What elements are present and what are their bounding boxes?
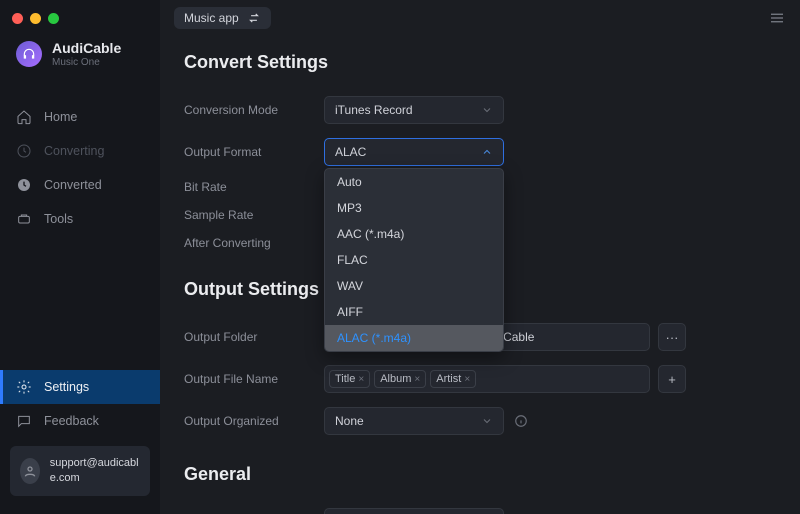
gear-icon — [16, 379, 32, 395]
chevron-up-icon — [481, 146, 493, 158]
app-root: AudiCable Music One Home Converting Conv… — [0, 0, 800, 514]
sidebar-item-label: Converting — [44, 144, 104, 158]
sidebar-item-feedback[interactable]: Feedback — [0, 404, 160, 438]
appearance-select[interactable]: Dark — [324, 508, 504, 514]
label-bit-rate: Bit Rate — [184, 180, 324, 194]
tag-label: Title — [335, 373, 355, 385]
menu-icon[interactable] — [768, 9, 786, 27]
output-format-select[interactable]: ALAC — [324, 138, 504, 166]
nav-primary: Home Converting Converted Tools Settings — [0, 100, 160, 514]
browse-folder-button[interactable]: ··· — [658, 323, 686, 351]
sidebar-item-label: Home — [44, 110, 77, 124]
brand: AudiCable Music One — [0, 36, 160, 78]
sidebar-item-label: Converted — [44, 178, 102, 192]
format-option[interactable]: AIFF — [325, 299, 503, 325]
filename-tag-input[interactable]: Title×Album×Artist× — [324, 365, 650, 393]
support-email: support@audicable.com — [50, 456, 140, 486]
chevron-down-icon — [481, 415, 493, 427]
user-icon — [20, 458, 40, 484]
sidebar-item-converted[interactable]: Converted — [0, 168, 160, 202]
feedback-icon — [16, 413, 32, 429]
row-conversion-mode: Conversion Mode iTunes Record — [184, 89, 776, 131]
format-option[interactable]: AAC (*.m4a) — [325, 221, 503, 247]
close-window-button[interactable] — [12, 13, 23, 24]
filename-tag[interactable]: Artist× — [430, 370, 476, 388]
converted-icon — [16, 177, 32, 193]
row-output-format: Output Format ALAC AutoMP3AAC (*.m4a)FLA… — [184, 131, 776, 173]
sidebar-item-label: Tools — [44, 212, 73, 226]
label-output-organized: Output Organized — [184, 414, 324, 428]
output-format-dropdown: AutoMP3AAC (*.m4a)FLACWAVAIFFALAC (*.m4a… — [324, 168, 504, 352]
format-option[interactable]: ALAC (*.m4a) — [325, 325, 503, 351]
format-option[interactable]: Auto — [325, 169, 503, 195]
sidebar: AudiCable Music One Home Converting Conv… — [0, 0, 160, 514]
select-value: None — [335, 414, 364, 428]
topbar: Music app — [160, 0, 800, 36]
chevron-down-icon — [481, 104, 493, 116]
label-output-filename: Output File Name — [184, 372, 324, 386]
label-sample-rate: Sample Rate — [184, 208, 324, 222]
brand-subtitle: Music One — [52, 57, 121, 68]
filename-tag[interactable]: Album× — [374, 370, 426, 388]
format-option[interactable]: WAV — [325, 273, 503, 299]
sidebar-item-converting[interactable]: Converting — [0, 134, 160, 168]
music-app-chip[interactable]: Music app — [174, 7, 271, 29]
window-controls — [0, 0, 160, 36]
sidebar-item-label: Feedback — [44, 414, 99, 428]
row-output-filename: Output File Name Title×Album×Artist× + — [184, 358, 776, 400]
format-option[interactable]: FLAC — [325, 247, 503, 273]
select-value: ALAC — [335, 145, 366, 159]
label-conversion-mode: Conversion Mode — [184, 103, 324, 117]
brand-name: AudiCable — [52, 40, 121, 56]
output-organized-select[interactable]: None — [324, 407, 504, 435]
label-output-format: Output Format — [184, 145, 324, 159]
swap-icon — [247, 11, 261, 25]
sidebar-item-label: Settings — [44, 380, 89, 394]
sidebar-item-tools[interactable]: Tools — [0, 202, 160, 236]
label-after-converting: After Converting — [184, 236, 324, 250]
tools-icon — [16, 211, 32, 227]
row-output-organized: Output Organized None — [184, 400, 776, 442]
home-icon — [16, 109, 32, 125]
converting-icon — [16, 143, 32, 159]
label-output-folder: Output Folder — [184, 330, 324, 344]
minimize-window-button[interactable] — [30, 13, 41, 24]
info-icon[interactable] — [514, 414, 528, 428]
section-title-general: General — [184, 464, 776, 485]
tag-label: Album — [380, 373, 411, 385]
sidebar-item-settings[interactable]: Settings — [0, 370, 160, 404]
brand-logo-icon — [16, 41, 42, 67]
remove-tag-icon[interactable]: × — [414, 374, 420, 385]
remove-tag-icon[interactable]: × — [464, 374, 470, 385]
add-tag-button[interactable]: + — [658, 365, 686, 393]
conversion-mode-select[interactable]: iTunes Record — [324, 96, 504, 124]
settings-content: Convert Settings Conversion Mode iTunes … — [160, 36, 800, 514]
remove-tag-icon[interactable]: × — [358, 374, 364, 385]
select-value: iTunes Record — [335, 103, 413, 117]
support-card[interactable]: support@audicable.com — [10, 446, 150, 496]
chip-label: Music app — [184, 11, 239, 25]
format-option[interactable]: MP3 — [325, 195, 503, 221]
section-title-convert: Convert Settings — [184, 52, 776, 73]
ellipsis-icon: ··· — [666, 330, 679, 345]
maximize-window-button[interactable] — [48, 13, 59, 24]
plus-icon: + — [668, 372, 676, 387]
filename-tag[interactable]: Title× — [329, 370, 370, 388]
row-appearance: Appearance Dark — [184, 501, 776, 514]
main-panel: Music app Convert Settings Conversion Mo… — [160, 0, 800, 514]
tag-label: Artist — [436, 373, 461, 385]
sidebar-item-home[interactable]: Home — [0, 100, 160, 134]
